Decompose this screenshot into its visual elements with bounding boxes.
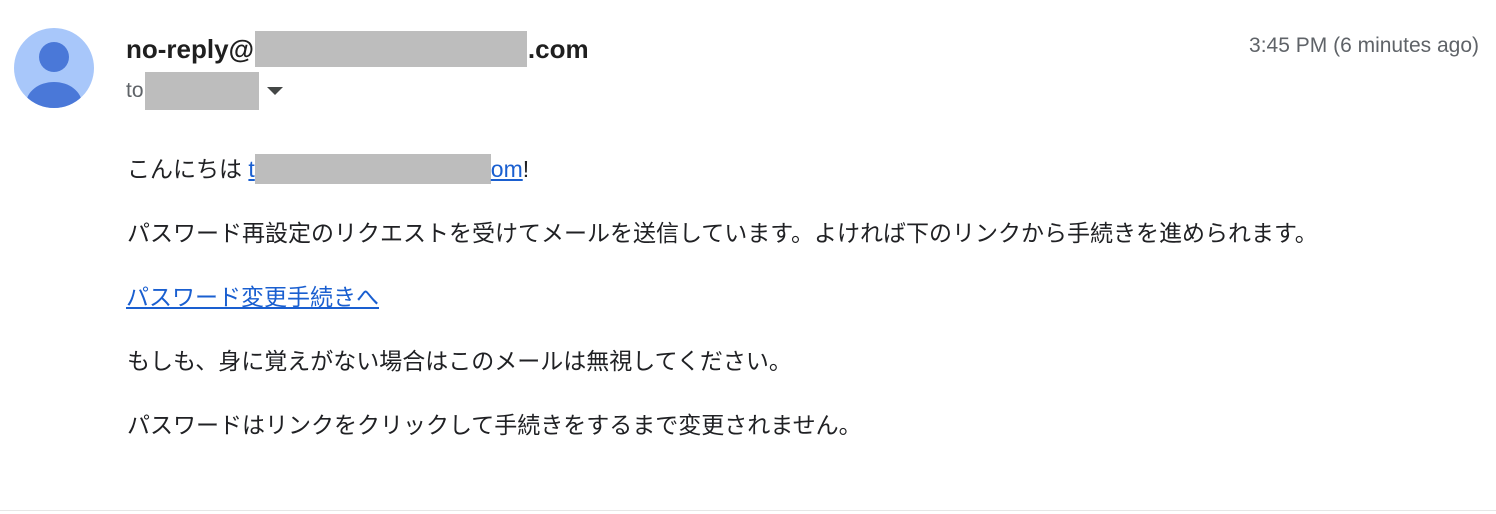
change-password-link[interactable]: パスワード変更手続きへ (126, 282, 379, 312)
body-paragraph-3: パスワードはリンクをクリックして手続きをするまで変更されません。 (127, 412, 862, 438)
greeting-suffix: ! (522, 156, 530, 182)
greeting-prefix: こんにちは (127, 156, 249, 182)
greeting-email-link[interactable]: t om (248, 154, 523, 184)
body-paragraph-1: パスワード再設定のリクエストを受けてメールを送信しています。よければ下のリンクか… (127, 220, 1318, 246)
recipient-prefix: to (126, 79, 144, 102)
greeting-email-redaction (254, 154, 491, 184)
recipient-line: to (126, 72, 283, 110)
recipient-redaction (144, 72, 259, 110)
sender-address-prefix: no-reply@ (126, 33, 254, 64)
caret-down-icon[interactable] (266, 87, 283, 95)
message-timestamp: 3:45 PM (6 minutes ago) (1249, 34, 1479, 57)
sender-address: no-reply@ .com (126, 31, 589, 67)
sender-avatar[interactable] (14, 28, 94, 108)
greeting-line: こんにちは t om ! (127, 154, 529, 184)
sender-domain-redaction (254, 31, 527, 67)
sender-address-suffix: .com (527, 33, 589, 64)
body-paragraph-2: もしも、身に覚えがない場合はこのメールは無視してください。 (127, 348, 792, 374)
greeting-link-end: om (490, 156, 523, 182)
bottom-divider (0, 510, 1496, 511)
default-person-avatar-icon (26, 42, 82, 108)
